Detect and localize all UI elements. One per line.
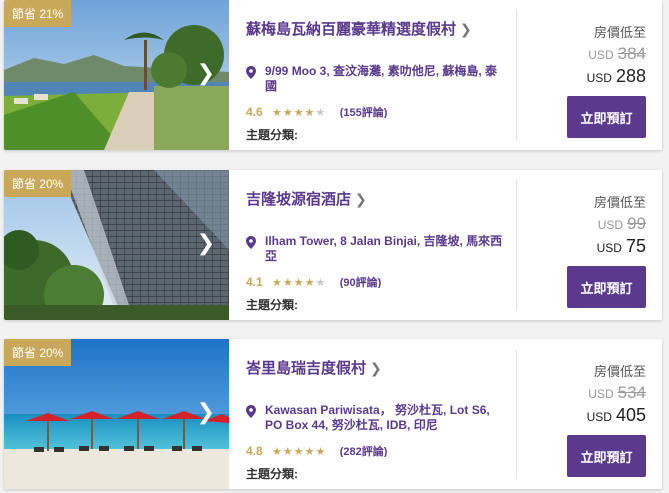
hotel-rating: 4.6 ★★★★★ (155評論) — [246, 104, 387, 118]
discount-price: USD 288 — [586, 66, 646, 86]
chevron-right-icon: ❯ — [355, 191, 367, 207]
hotel-card[interactable]: 節省 20% ❯ 峇里島瑞吉度假村 ❯ Kawasan Pariwisata， 努… — [4, 339, 662, 489]
map-pin-icon — [246, 66, 256, 79]
rating-score: 4.1 — [246, 275, 263, 288]
hotel-photo[interactable]: 節省 20% ❯ — [4, 170, 229, 320]
book-now-button[interactable]: 立即預訂 — [567, 435, 646, 477]
price-from-label: 房價低至 — [593, 25, 646, 40]
chevron-right-icon: ❯ — [370, 360, 382, 376]
rating-score: 4.6 — [246, 105, 263, 118]
discount-badge: 節省 20% — [4, 339, 72, 366]
hotel-name-link[interactable]: 吉隆坡源宿酒店 ❯ — [246, 188, 367, 209]
price-from-label: 房價低至 — [593, 195, 646, 210]
next-photo-icon[interactable]: ❯ — [197, 232, 215, 254]
discount-badge: 節省 21% — [4, 0, 72, 27]
star-rating-icon: ★★★★★ — [272, 446, 327, 457]
hotel-name-link[interactable]: 蘇梅島瓦納百麗豪華精選度假村 ❯ — [246, 18, 472, 39]
hotel-address: 9/99 Moo 3, 查汶海灘, 素叻他尼, 蘇梅島, 泰國 — [246, 64, 508, 94]
price-from-label: 房價低至 — [593, 364, 646, 379]
review-count-link[interactable]: (282評論) — [340, 446, 388, 457]
theme-label: 主題分類: — [246, 298, 298, 312]
hotel-photo[interactable]: 節省 20% ❯ — [4, 339, 229, 489]
review-count-link[interactable]: (155評論) — [340, 107, 388, 118]
discount-price: USD 75 — [596, 236, 646, 256]
star-rating-icon: ★★★★★ — [272, 107, 327, 118]
original-price: USD 384 — [588, 44, 646, 63]
hotel-list: 節省 21% ❯ 蘇梅島瓦納百麗豪華精選度假村 ❯ 9/99 Moo 3, 查汶海… — [0, 0, 669, 493]
theme-label: 主題分類: — [246, 128, 298, 142]
discount-badge: 節省 20% — [4, 170, 72, 197]
book-now-button[interactable]: 立即預訂 — [567, 96, 646, 138]
hotel-address: Ilham Tower, 8 Jalan Binjai, 吉隆坡, 馬來西亞 — [246, 234, 508, 264]
original-price: USD 534 — [588, 383, 646, 402]
original-price: USD 99 — [597, 214, 646, 233]
next-photo-icon[interactable]: ❯ — [197, 401, 215, 423]
review-count-link[interactable]: (90評論) — [340, 277, 382, 288]
hotel-card[interactable]: 節省 21% ❯ 蘇梅島瓦納百麗豪華精選度假村 ❯ 9/99 Moo 3, 查汶海… — [4, 0, 662, 150]
hotel-rating: 4.1 ★★★★★ (90評論) — [246, 274, 381, 288]
map-pin-icon — [246, 405, 256, 418]
discount-price: USD 405 — [586, 405, 646, 425]
hotel-card[interactable]: 節省 20% ❯ 吉隆坡源宿酒店 ❯ Ilham Tower, 8 Jalan B… — [4, 170, 662, 320]
hotel-address: Kawasan Pariwisata， 努沙杜瓦, Lot S6, PO Box… — [246, 403, 508, 433]
theme-label: 主題分類: — [246, 467, 298, 481]
rating-score: 4.8 — [246, 444, 263, 457]
star-rating-icon: ★★★★★ — [272, 277, 327, 288]
next-photo-icon[interactable]: ❯ — [197, 62, 215, 84]
map-pin-icon — [246, 236, 256, 249]
hotel-rating: 4.8 ★★★★★ (282評論) — [246, 443, 387, 457]
book-now-button[interactable]: 立即預訂 — [567, 266, 646, 308]
hotel-photo[interactable]: 節省 21% ❯ — [4, 0, 229, 150]
chevron-right-icon: ❯ — [460, 21, 472, 37]
hotel-name-link[interactable]: 峇里島瑞吉度假村 ❯ — [246, 357, 382, 378]
